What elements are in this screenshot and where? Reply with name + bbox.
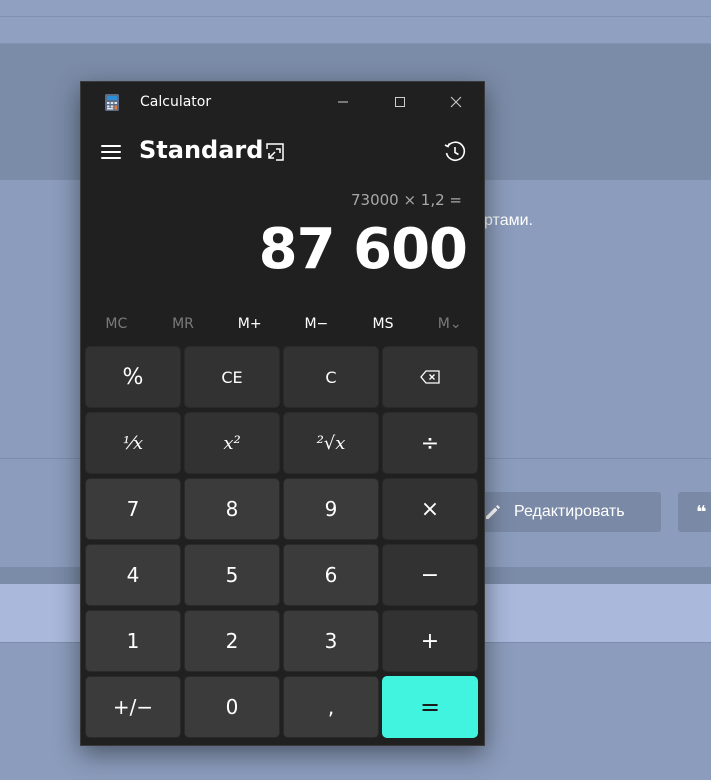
reciprocal-label: ⅟x (122, 432, 144, 454)
minimize-button[interactable] (314, 82, 372, 122)
digit-3-button[interactable]: 3 (283, 610, 379, 672)
expression-display: 73000 × 1,2 = (350, 191, 462, 209)
memory-list-button[interactable]: M⌄ (416, 308, 483, 340)
digit-1-button[interactable]: 1 (85, 610, 181, 672)
calculator-app-icon (105, 94, 119, 111)
memory-recall-button[interactable]: MR (150, 308, 217, 340)
equals-button[interactable]: = (382, 676, 478, 738)
history-icon[interactable] (443, 140, 467, 164)
navigation-menu-icon[interactable] (101, 145, 121, 159)
close-button[interactable] (427, 82, 485, 122)
memory-add-button[interactable]: M+ (216, 308, 283, 340)
background-top-bar (0, 0, 711, 44)
result-display: 87 600 (258, 217, 468, 282)
close-icon (450, 96, 462, 108)
background-snippet-text: ртами. (484, 212, 533, 229)
memory-subtract-button[interactable]: M− (283, 308, 350, 340)
keep-on-top-icon[interactable] (264, 141, 286, 163)
digit-5-button[interactable]: 5 (184, 544, 280, 606)
quote-icon: ❝ (696, 501, 707, 522)
square-root-label: ²√x (316, 432, 346, 454)
memory-store-button[interactable]: MS (350, 308, 417, 340)
square-label: x² (223, 432, 241, 454)
reciprocal-button[interactable]: ⅟x (85, 412, 181, 474)
square-button[interactable]: x² (184, 412, 280, 474)
backspace-button[interactable] (382, 346, 478, 408)
square-root-button[interactable]: ²√x (283, 412, 379, 474)
mode-title: Standard (139, 136, 264, 164)
maximize-button[interactable] (371, 82, 429, 122)
title-bar[interactable]: Calculator (81, 82, 484, 122)
clear-button[interactable]: C (283, 346, 379, 408)
decimal-separator-button[interactable]: , (283, 676, 379, 738)
multiply-button[interactable]: × (382, 478, 478, 540)
quote-button[interactable]: ❝ (678, 492, 711, 532)
pencil-icon (486, 505, 500, 519)
maximize-icon (395, 97, 405, 107)
keypad: % CE C ⅟x x² ²√x ÷ 7 8 9 × 4 5 6 − 1 2 3… (85, 346, 482, 741)
subtract-button[interactable]: − (382, 544, 478, 606)
memory-clear-button[interactable]: MC (83, 308, 150, 340)
digit-2-button[interactable]: 2 (184, 610, 280, 672)
backspace-icon (420, 370, 440, 384)
digit-6-button[interactable]: 6 (283, 544, 379, 606)
divide-button[interactable]: ÷ (382, 412, 478, 474)
memory-row: MC MR M+ M− MS M⌄ (83, 308, 483, 340)
clear-entry-button[interactable]: CE (184, 346, 280, 408)
minimize-icon (338, 101, 348, 103)
negate-button[interactable]: +/− (85, 676, 181, 738)
digit-4-button[interactable]: 4 (85, 544, 181, 606)
calculator-window: Calculator Standard 73000 × 1,2 = 87 600… (80, 81, 485, 746)
window-title: Calculator (140, 94, 212, 110)
digit-0-button[interactable]: 0 (184, 676, 280, 738)
edit-button[interactable]: Редактировать (472, 492, 661, 532)
percent-button[interactable]: % (85, 346, 181, 408)
edit-button-label: Редактировать (514, 503, 625, 520)
digit-7-button[interactable]: 7 (85, 478, 181, 540)
add-button[interactable]: + (382, 610, 478, 672)
digit-9-button[interactable]: 9 (283, 478, 379, 540)
digit-8-button[interactable]: 8 (184, 478, 280, 540)
